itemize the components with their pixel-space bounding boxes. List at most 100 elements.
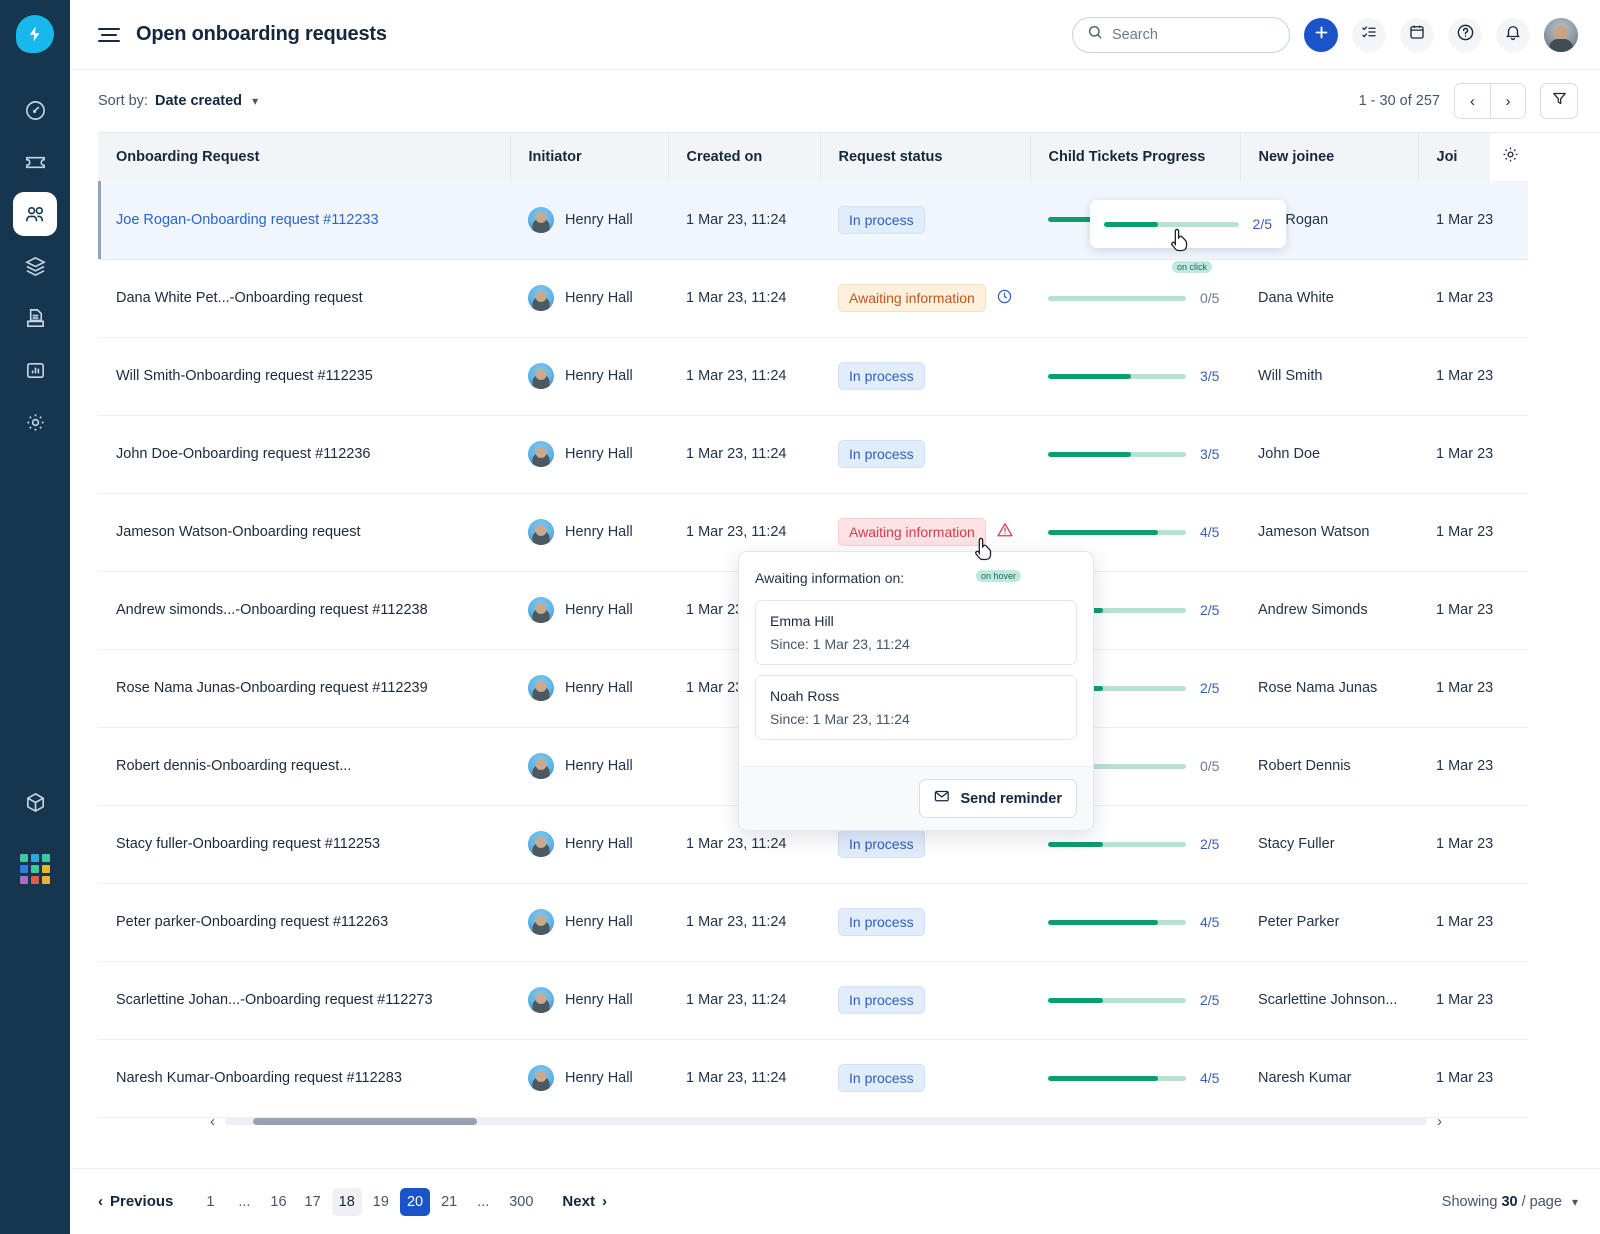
user-avatar[interactable] (1544, 17, 1578, 52)
page-number-20[interactable]: 20 (399, 1187, 431, 1216)
cell-request[interactable]: Peter parker-Onboarding request #112263 (98, 883, 510, 962)
next-page-button[interactable]: Next › (562, 1193, 607, 1210)
sidebar-item-admin[interactable] (13, 400, 57, 444)
app-switcher-grid-icon[interactable] (20, 854, 50, 884)
request-title-link[interactable]: Naresh Kumar-Onboarding request #112283 (116, 1070, 402, 1086)
cell-request[interactable]: Scarlettine Johan...-Onboarding request … (98, 961, 510, 1040)
scroll-thumb[interactable] (253, 1117, 477, 1125)
awaiting-person-card[interactable]: Emma Hill Since: 1 Mar 23, 11:24 (755, 600, 1077, 665)
request-title-link[interactable]: Jameson Watson-Onboarding request (116, 524, 360, 540)
request-title-link[interactable]: Joe Rogan-Onboarding request #112233 (116, 212, 379, 228)
table-row[interactable]: Peter parker-Onboarding request #112263 H… (98, 883, 1528, 962)
scroll-track[interactable] (225, 1117, 1427, 1125)
status-badge[interactable]: In process (838, 907, 925, 937)
cell-request[interactable]: Will Smith-Onboarding request #112235 (98, 337, 510, 416)
column-header-created-on[interactable]: Created on (668, 133, 821, 181)
request-title-link[interactable]: Dana White Pet...-Onboarding request (116, 290, 363, 306)
cell-child-tickets-progress[interactable]: 3/5 (1030, 415, 1240, 494)
table-row[interactable]: John Doe-Onboarding request #112236 Henry… (98, 415, 1528, 494)
status-badge[interactable]: In process (838, 985, 925, 1015)
cell-request[interactable]: Robert dennis-Onboarding request... (98, 727, 510, 806)
request-title-link[interactable]: John Doe-Onboarding request #112236 (116, 446, 370, 462)
prev-page-button[interactable]: ‹ (1455, 84, 1490, 118)
cell-request[interactable]: Andrew simonds...-Onboarding request #11… (98, 571, 510, 650)
sidebar-item-tickets[interactable] (13, 140, 57, 184)
table-row[interactable]: Scarlettine Johan...-Onboarding request … (98, 961, 1528, 1040)
sidebar-item-onboarding[interactable] (13, 192, 73, 236)
avatar (528, 285, 554, 311)
sidebar-item-dashboard[interactable] (13, 88, 57, 132)
status-badge[interactable]: In process (838, 205, 925, 234)
cell-request[interactable]: Dana White Pet...-Onboarding request (98, 259, 510, 338)
page-number-17[interactable]: 17 (298, 1188, 328, 1216)
page-number-19[interactable]: 19 (366, 1188, 396, 1216)
app-logo[interactable] (15, 14, 55, 54)
page-number-1[interactable]: 1 (195, 1188, 225, 1216)
previous-page-button[interactable]: ‹ Previous (98, 1193, 173, 1210)
clock-icon[interactable] (996, 288, 1013, 309)
calendar-button[interactable] (1400, 17, 1434, 52)
request-title-link[interactable]: Robert dennis-Onboarding request... (116, 758, 351, 774)
request-title-link[interactable]: Will Smith-Onboarding request #112235 (116, 368, 373, 384)
sidebar-item-apps[interactable] (13, 780, 73, 824)
request-title-link[interactable]: Rose Nama Junas-Onboarding request #1122… (116, 680, 428, 696)
column-header-initiator[interactable]: Initiator (510, 133, 669, 181)
status-badge[interactable]: In process (838, 1063, 925, 1093)
cell-request[interactable]: Stacy fuller-Onboarding request #112253 (98, 805, 510, 884)
request-title-link[interactable]: Stacy fuller-Onboarding request #112253 (116, 836, 380, 852)
table-row[interactable]: Dana White Pet...-Onboarding request Henr… (98, 259, 1528, 338)
status-badge[interactable]: In process (838, 829, 925, 859)
progress-popover-row-1[interactable]: 2/5 (1090, 200, 1286, 248)
tasks-button[interactable] (1352, 17, 1386, 52)
cell-initiator: Henry Hall (510, 493, 668, 572)
status-badge[interactable]: Awaiting information (838, 283, 986, 313)
chevron-left-icon: ‹ (98, 1193, 103, 1210)
cell-initiator: Henry Hall (510, 961, 668, 1040)
table-row[interactable]: Will Smith-Onboarding request #112235 Hen… (98, 337, 1528, 416)
page-number-18[interactable]: 18 (331, 1187, 362, 1216)
request-title-link[interactable]: Scarlettine Johan...-Onboarding request … (116, 992, 433, 1008)
page-size-selector[interactable]: Showing 30 / page ▾ (1442, 1194, 1578, 1210)
column-header-child-tickets-progress[interactable]: Child Tickets Progress (1030, 133, 1241, 181)
cell-child-tickets-progress[interactable]: 4/5 (1030, 883, 1240, 962)
sidebar-item-assets[interactable] (13, 244, 73, 288)
hamburger-menu-icon[interactable] (98, 27, 120, 42)
sort-by-control[interactable]: Sort by: Date created ▾ (98, 93, 258, 109)
table-horizontal-scrollbar[interactable]: ‹ › (210, 1104, 1442, 1138)
column-header-onboarding-request[interactable]: Onboarding Request (98, 133, 511, 181)
table-row[interactable]: Joe Rogan-Onboarding request #112233 Henr… (98, 181, 1528, 260)
cell-request[interactable]: Joe Rogan-Onboarding request #112233 (98, 181, 510, 260)
add-button[interactable] (1304, 17, 1338, 52)
warning-triangle-icon[interactable] (996, 521, 1014, 543)
request-title-link[interactable]: Andrew simonds...-Onboarding request #11… (116, 602, 428, 618)
awaiting-person-card[interactable]: Noah Ross Since: 1 Mar 23, 11:24 (755, 675, 1077, 740)
scroll-right-icon[interactable]: › (1437, 1113, 1442, 1130)
cell-child-tickets-progress[interactable]: 3/5 (1030, 337, 1240, 416)
column-header-request-status[interactable]: Request status (820, 133, 1031, 181)
sidebar-item-analytics[interactable] (13, 348, 57, 392)
help-button[interactable] (1448, 17, 1482, 52)
page-number-300[interactable]: 300 (502, 1188, 540, 1216)
notifications-button[interactable] (1496, 17, 1530, 52)
search-input[interactable] (1112, 26, 1275, 43)
page-number-16[interactable]: 16 (263, 1188, 293, 1216)
request-title-link[interactable]: Peter parker-Onboarding request #112263 (116, 914, 388, 930)
page-number-21[interactable]: 21 (434, 1188, 464, 1216)
next-page-button[interactable]: › (1490, 84, 1525, 118)
sidebar-item-knowledge-base[interactable] (13, 296, 57, 340)
scroll-left-icon[interactable]: ‹ (210, 1113, 215, 1130)
filter-button[interactable] (1540, 83, 1578, 119)
cell-request[interactable]: John Doe-Onboarding request #112236 (98, 415, 510, 494)
cell-child-tickets-progress[interactable]: 0/5 (1030, 259, 1240, 338)
cell-child-tickets-progress[interactable]: 2/5 (1030, 961, 1240, 1040)
cell-request[interactable]: Rose Nama Junas-Onboarding request #1122… (98, 649, 510, 728)
send-reminder-button[interactable]: Send reminder (919, 779, 1077, 818)
status-badge[interactable]: Awaiting information (838, 517, 986, 547)
cell-request[interactable]: Jameson Watson-Onboarding request (98, 493, 510, 572)
column-header-new-joinee[interactable]: New joinee (1240, 133, 1419, 181)
status-badge[interactable]: In process (838, 361, 925, 391)
search-box[interactable] (1072, 16, 1290, 53)
popover-footer: Send reminder (739, 766, 1093, 830)
status-badge[interactable]: In process (838, 439, 925, 469)
column-settings-button[interactable] (1490, 133, 1530, 181)
